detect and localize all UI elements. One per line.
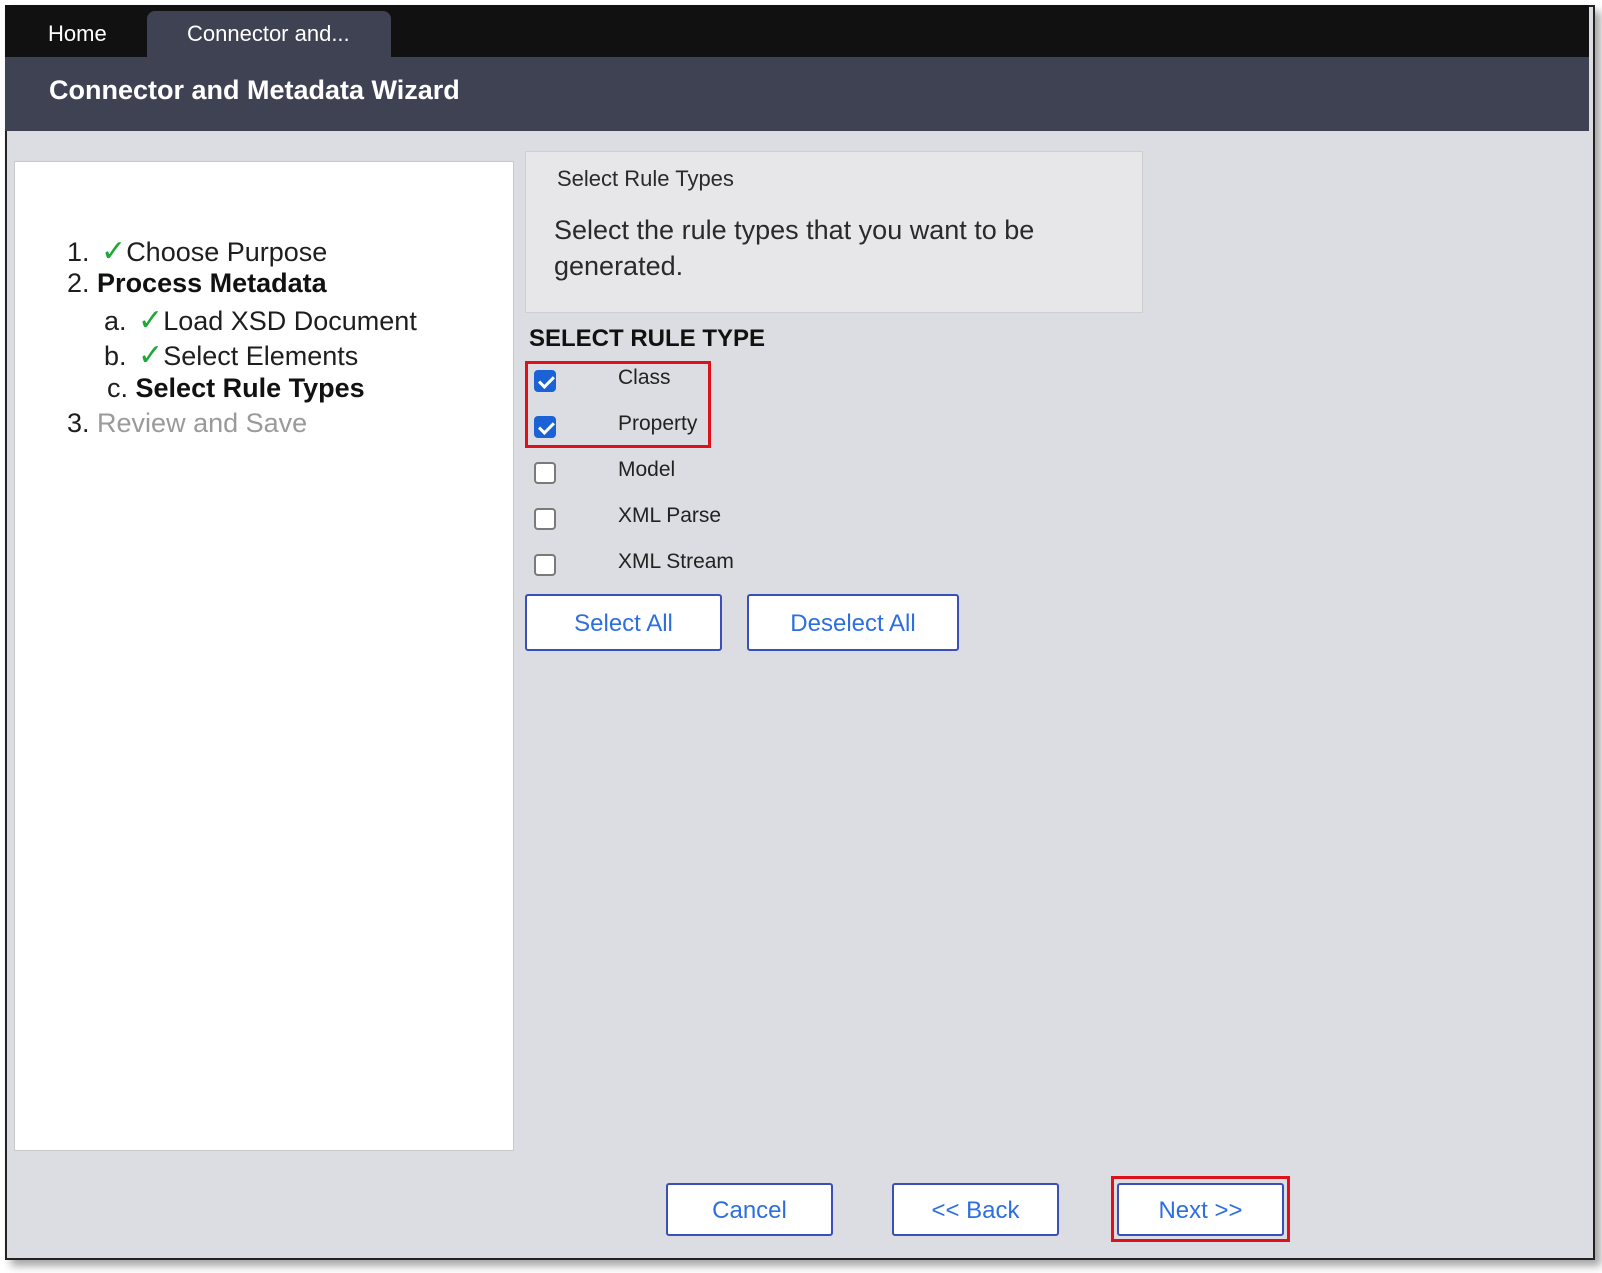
step-label: Process Metadata (97, 268, 327, 298)
page-header: Connector and Metadata Wizard (5, 57, 1589, 131)
cancel-button[interactable]: Cancel (666, 1183, 833, 1236)
checkbox-property[interactable] (534, 416, 556, 438)
step-label: Review and Save (97, 408, 308, 438)
step-load-xsd: a. ✓Load XSD Document (104, 303, 417, 338)
checkbox-label: Property (618, 412, 698, 435)
checkbox-label: Class (618, 366, 671, 389)
step-number: 3. (67, 408, 90, 438)
step-label: Select Elements (163, 341, 359, 371)
checkmark-icon: ✓ (138, 304, 164, 337)
tab-connector-wizard[interactable]: Connector and... (147, 11, 391, 57)
tab-bar: Home Connector and... (5, 5, 1589, 57)
page-title: Connector and Metadata Wizard (49, 75, 460, 105)
checkbox-xml-parse[interactable] (534, 508, 556, 530)
checkmark-icon: ✓ (138, 339, 164, 372)
step-number: a. (104, 306, 127, 336)
next-button[interactable]: Next >> (1117, 1183, 1284, 1236)
step-number: b. (104, 341, 127, 371)
select-all-button[interactable]: Select All (525, 594, 722, 651)
section-label: SELECT RULE TYPE (529, 325, 766, 352)
checkbox-class[interactable] (534, 370, 556, 392)
step-label: Choose Purpose (126, 237, 328, 267)
deselect-all-button[interactable]: Deselect All (747, 594, 959, 651)
step-number: c. (107, 373, 129, 403)
step-label: Load XSD Document (163, 306, 417, 336)
step-number: 1. (67, 237, 90, 267)
back-button[interactable]: << Back (892, 1183, 1059, 1236)
step-label: Select Rule Types (135, 373, 365, 403)
checkbox-model[interactable] (534, 462, 556, 484)
tab-home[interactable]: Home (30, 11, 125, 57)
checkbox-xml-stream[interactable] (534, 554, 556, 576)
step-number: 2. (67, 268, 90, 298)
instructions-title: Select Rule Types (557, 166, 734, 191)
instructions-text: Select the rule types that you want to b… (554, 215, 1035, 281)
step-select-rule-types: c. Select Rule Types (107, 373, 365, 404)
checkbox-label: XML Stream (618, 550, 734, 573)
checkbox-label: Model (618, 458, 676, 481)
step-process-metadata: 2. Process Metadata (67, 268, 327, 299)
instructions-box: Select Rule Types Select the rule types … (525, 151, 1143, 313)
step-review-save: 3. Review and Save (67, 408, 307, 439)
step-choose-purpose: 1. ✓Choose Purpose (67, 234, 327, 269)
wizard-steps-panel: 1. ✓Choose Purpose 2. Process Metadata a… (14, 161, 514, 1151)
step-select-elements: b. ✓Select Elements (104, 338, 358, 373)
checkbox-label: XML Parse (618, 504, 722, 527)
checkmark-icon: ✓ (101, 235, 127, 268)
